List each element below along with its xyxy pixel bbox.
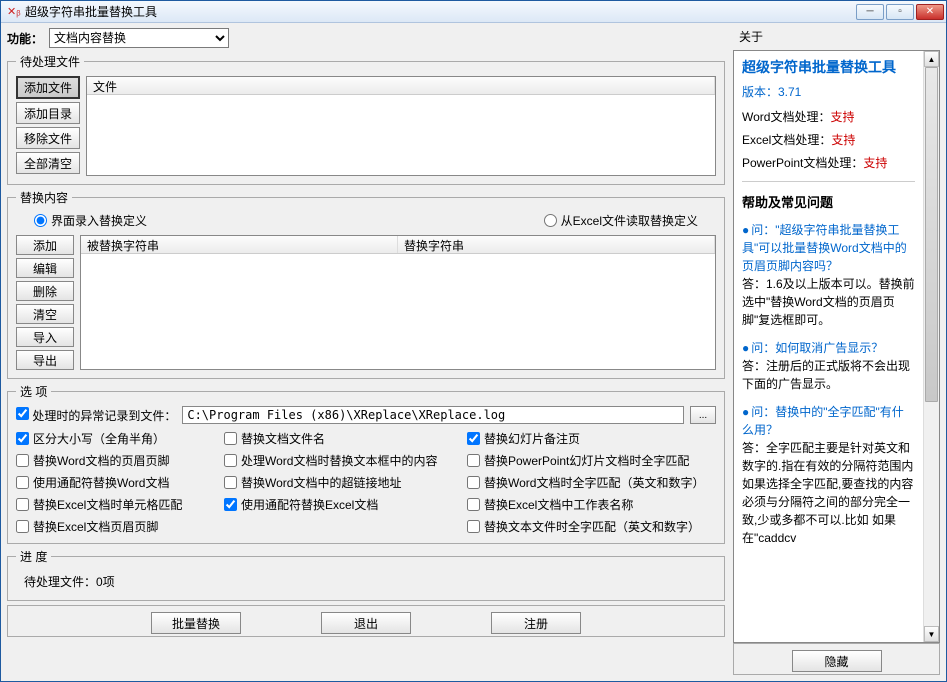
opt-word-hyperlink[interactable]: 替换Word文档中的超链接地址 [224,474,459,491]
minimize-button[interactable]: ─ [856,4,884,20]
about-title: 超级字符串批量替换工具 [742,57,915,77]
progress-legend: 进 度 [16,548,51,565]
import-button[interactable]: 导入 [16,327,74,347]
faq-title: 帮助及常见问题 [742,192,915,211]
browse-button[interactable]: ... [690,406,716,424]
add-file-button[interactable]: 添加文件 [16,76,80,99]
opt-text-whole-word[interactable]: 替换文本文件时全字匹配（英文和数字） [467,518,716,535]
scroll-up-icon[interactable]: ▲ [924,51,939,67]
close-button[interactable]: ✕ [916,4,944,20]
batch-replace-button[interactable]: 批量替换 [151,612,241,634]
opt-word-textbox[interactable]: 处理Word文档时替换文本框中的内容 [224,452,459,469]
opt-word-whole-word[interactable]: 替换Word文档时全字匹配（英文和数字） [467,474,716,491]
clear-button[interactable]: 清空 [16,304,74,324]
faq-question-link[interactable]: 问：替换中的"全字匹配"有什么用？ [742,405,904,437]
replace-content-legend: 替换内容 [16,189,72,206]
opt-case-sensitive[interactable]: 区分大小写（全角半角） [16,430,216,447]
window-title: 超级字符串批量替换工具 [25,3,856,20]
opt-excel-header-footer[interactable]: 替换Excel文档页眉页脚 [16,518,216,535]
faq-item: ●问：替换中的"全字匹配"有什么用？ 答：全字匹配主要是针对英文和数字的.指在有… [742,403,915,547]
function-label: 功能： [7,30,43,47]
target-column-header: 替换字符串 [398,236,715,253]
faq-item: ●问：如何取消广告显示？ 答：注册后的正式版将不会出现下面的广告显示。 [742,339,915,393]
delete-button[interactable]: 删除 [16,281,74,301]
radio-ui-input[interactable]: 界面录入替换定义 [34,212,147,229]
opt-ppt-notes[interactable]: 替换幻灯片备注页 [467,430,716,447]
about-box: 超级字符串批量替换工具 版本：3.71 Word文档处理：支持 Excel文档处… [733,50,940,643]
about-version: 版本：3.71 [742,83,915,100]
faq-question-link[interactable]: 问："超级字符串批量替换工具"可以批量替换Word文档中的页眉页脚内容吗？ [742,223,907,273]
scroll-down-icon[interactable]: ▼ [924,626,939,642]
options-group: 选 项 处理时的异常记录到文件： ... 区分大小写（全角半角） 替换文档文件名… [7,383,725,544]
opt-word-wildcard[interactable]: 使用通配符替换Word文档 [16,474,216,491]
pending-files-legend: 待处理文件 [16,53,84,70]
opt-excel-cell-match[interactable]: 替换Excel文档时单元格匹配 [16,496,216,513]
file-list[interactable]: 文件 [86,76,716,176]
faq-question-link[interactable]: 问：如何取消广告显示？ [751,341,883,355]
edit-button[interactable]: 编辑 [16,258,74,278]
register-button[interactable]: 注册 [491,612,581,634]
exit-button[interactable]: 退出 [321,612,411,634]
opt-replace-filename[interactable]: 替换文档文件名 [224,430,459,447]
clear-all-button[interactable]: 全部清空 [16,152,80,174]
add-button[interactable]: 添加 [16,235,74,255]
export-button[interactable]: 导出 [16,350,74,370]
faq-item: ●问："超级字符串批量替换工具"可以批量替换Word文档中的页眉页脚内容吗？ 答… [742,221,915,329]
hide-button[interactable]: 隐藏 [792,650,882,672]
maximize-button[interactable]: ▫ [886,4,914,20]
log-checkbox[interactable]: 处理时的异常记录到文件： [16,407,176,424]
about-label: 关于 [733,25,940,50]
opt-excel-wildcard[interactable]: 使用通配符替换Excel文档 [224,496,459,513]
log-path-input[interactable] [182,406,684,424]
scrollbar[interactable]: ▲ ▼ [923,51,939,642]
app-icon: ✕ᵦ [7,5,21,19]
titlebar: ✕ᵦ 超级字符串批量替换工具 ─ ▫ ✕ [1,1,946,23]
function-select[interactable]: 文档内容替换 [49,28,229,48]
options-legend: 选 项 [16,383,51,400]
add-folder-button[interactable]: 添加目录 [16,102,80,124]
remove-file-button[interactable]: 移除文件 [16,127,80,149]
opt-ppt-whole-word[interactable]: 替换PowerPoint幻灯片文档时全字匹配 [467,452,716,469]
progress-group: 进 度 待处理文件：0项 [7,548,725,601]
opt-word-header-footer[interactable]: 替换Word文档的页眉页脚 [16,452,216,469]
replace-list[interactable]: 被替换字符串 替换字符串 [80,235,716,370]
scroll-thumb[interactable] [925,67,938,402]
radio-excel-input[interactable]: 从Excel文件读取替换定义 [544,212,698,229]
opt-excel-sheet-name[interactable]: 替换Excel文档中工作表名称 [467,496,716,513]
progress-text: 待处理文件：0项 [16,571,716,592]
replace-content-group: 替换内容 界面录入替换定义 从Excel文件读取替换定义 添加 编辑 [7,189,725,379]
file-column-header: 文件 [87,77,715,94]
pending-files-group: 待处理文件 添加文件 添加目录 移除文件 全部清空 文件 [7,53,725,185]
source-column-header: 被替换字符串 [81,236,398,253]
